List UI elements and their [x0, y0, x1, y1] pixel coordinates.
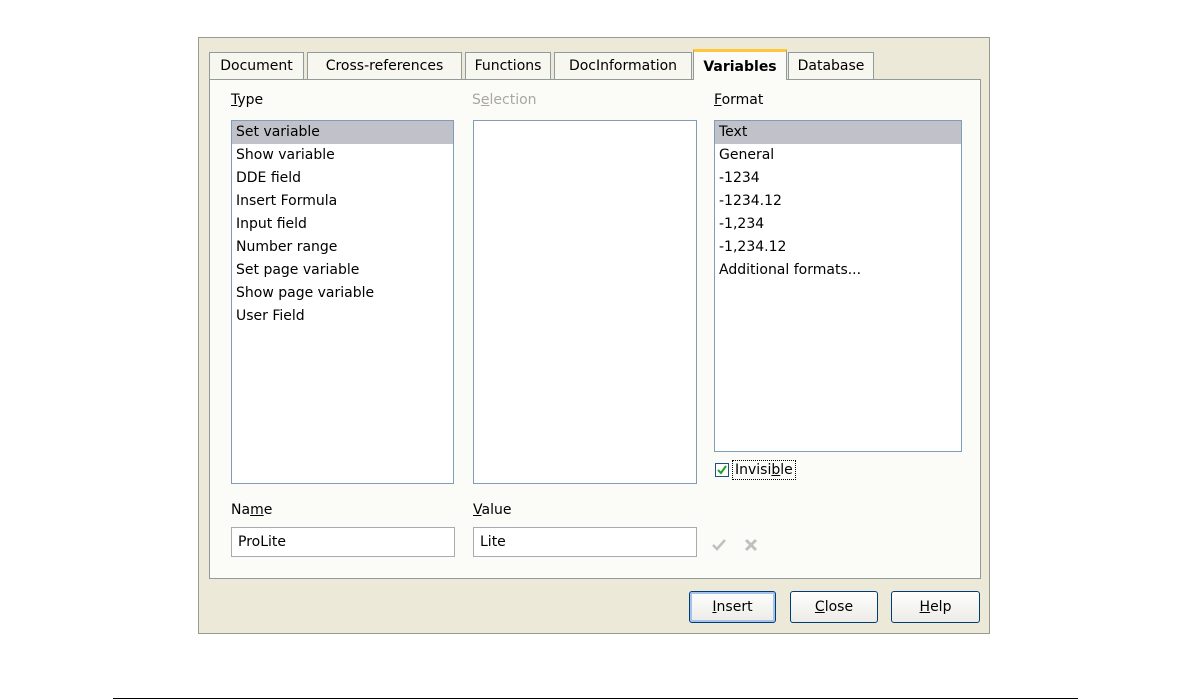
list-item[interactable]: Insert Formula: [232, 190, 453, 213]
selection-label: Selection: [472, 92, 537, 108]
list-item[interactable]: DDE field: [232, 167, 453, 190]
delete-x-icon[interactable]: [742, 536, 760, 554]
close-button[interactable]: Close: [790, 591, 878, 623]
list-item[interactable]: Text: [715, 121, 961, 144]
tab-database[interactable]: Database: [788, 52, 874, 79]
name-label: Name: [231, 502, 273, 518]
help-button[interactable]: Help: [891, 591, 980, 623]
variables-panel: Type Set variable Show variable DDE fiel…: [209, 79, 981, 579]
list-item[interactable]: Show page variable: [232, 282, 453, 305]
list-item[interactable]: General: [715, 144, 961, 167]
tab-variables[interactable]: Variables: [693, 49, 787, 80]
list-item[interactable]: Show variable: [232, 144, 453, 167]
checkmark-icon: [717, 465, 727, 475]
list-item[interactable]: -1,234: [715, 213, 961, 236]
tab-functions[interactable]: Functions: [465, 52, 551, 79]
list-item[interactable]: Set variable: [232, 121, 453, 144]
invisible-label[interactable]: Invisible: [732, 460, 796, 480]
value-field[interactable]: Lite: [473, 527, 697, 557]
tab-docinformation[interactable]: DocInformation: [554, 52, 692, 79]
format-label: Format: [714, 92, 764, 108]
list-item[interactable]: Additional formats...: [715, 259, 961, 282]
selection-listbox[interactable]: [473, 120, 697, 484]
name-field[interactable]: ProLite: [231, 527, 455, 557]
list-item[interactable]: -1234: [715, 167, 961, 190]
checkmark-icon[interactable]: [710, 536, 728, 554]
list-item[interactable]: Set page variable: [232, 259, 453, 282]
insert-button[interactable]: Insert: [689, 591, 776, 623]
type-listbox[interactable]: Set variable Show variable DDE field Ins…: [231, 120, 454, 484]
list-item[interactable]: -1,234.12: [715, 236, 961, 259]
value-label: Value: [473, 502, 512, 518]
list-item[interactable]: Input field: [232, 213, 453, 236]
type-label: Type: [231, 92, 264, 108]
list-item[interactable]: User Field: [232, 305, 453, 328]
format-listbox[interactable]: Text General -1234 -1234.12 -1,234 -1,23…: [714, 120, 962, 452]
invisible-checkbox[interactable]: [715, 463, 729, 477]
list-item[interactable]: -1234.12: [715, 190, 961, 213]
tab-cross-references[interactable]: Cross-references: [307, 52, 462, 79]
fields-dialog: Document Cross-references Functions DocI…: [198, 37, 990, 634]
list-item[interactable]: Number range: [232, 236, 453, 259]
tab-document[interactable]: Document: [209, 52, 304, 79]
horizontal-divider: [113, 698, 1078, 699]
